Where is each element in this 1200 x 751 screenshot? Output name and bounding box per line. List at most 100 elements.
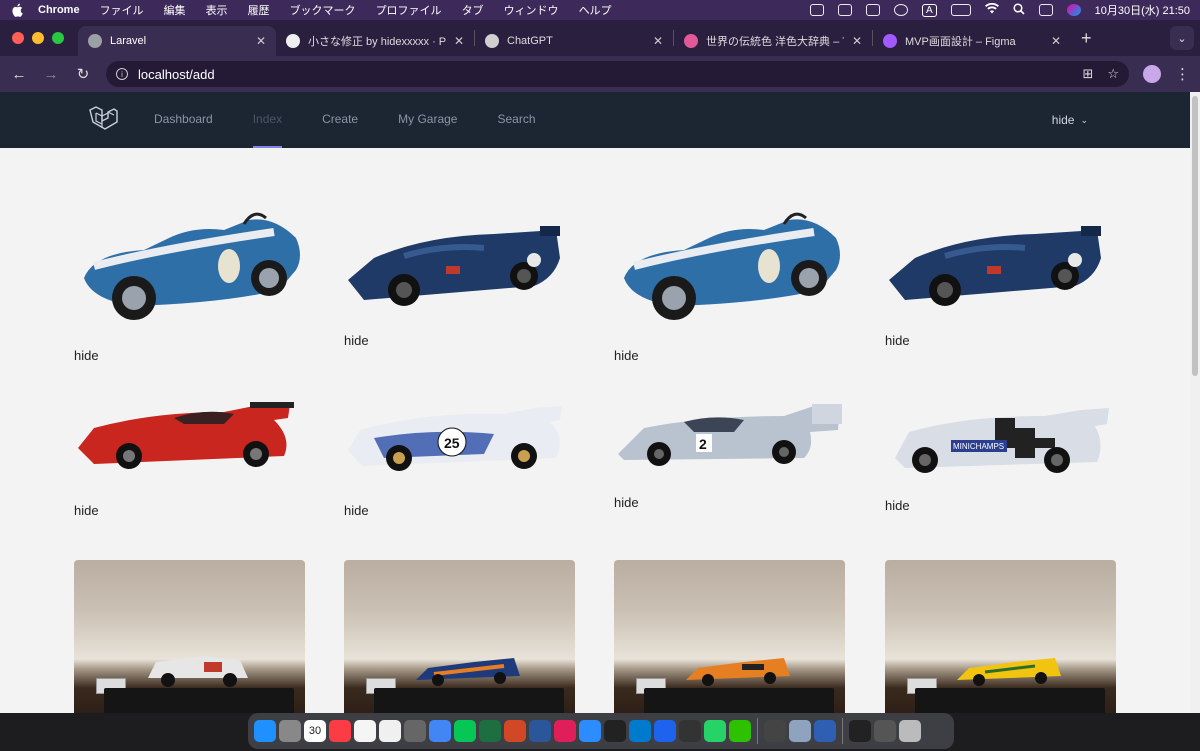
car-card[interactable]: hide: [885, 208, 1117, 348]
wechat-icon[interactable]: [729, 720, 751, 742]
screens-icon[interactable]: [874, 720, 896, 742]
menubar-clock[interactable]: 10月30日(水) 21:50: [1095, 2, 1190, 18]
tab-github-pull[interactable]: 小さな修正 by hidexxxxx · Pull ✕: [276, 26, 474, 56]
nav-search[interactable]: Search: [497, 92, 535, 148]
tab-close-icon[interactable]: ✕: [454, 34, 464, 48]
siri-icon[interactable]: [1066, 4, 1081, 16]
tab-close-icon[interactable]: ✕: [653, 34, 663, 48]
address-bar[interactable]: i localhost/add ⊞ ☆: [106, 61, 1129, 87]
car-card[interactable]: 2 hide: [614, 398, 846, 538]
car-image-red-gt[interactable]: [74, 398, 306, 538]
car-image-white-gt[interactable]: 25: [344, 398, 576, 538]
menu-app-name[interactable]: Chrome: [38, 4, 80, 16]
car-photo[interactable]: [344, 560, 575, 713]
finder-icon[interactable]: [254, 720, 276, 742]
status-shield-icon[interactable]: [837, 4, 852, 16]
music-icon[interactable]: [329, 720, 351, 742]
car-card[interactable]: MINICHAMPS hide: [885, 398, 1117, 538]
tab-close-icon[interactable]: ✕: [852, 34, 862, 48]
chrome-icon[interactable]: [429, 720, 451, 742]
translate-icon[interactable]: ⊞: [1082, 66, 1093, 82]
more-menu-icon[interactable]: ⋮: [1175, 65, 1190, 83]
car-card[interactable]: 25 hide: [344, 398, 576, 538]
car-image-checkered-gt[interactable]: MINICHAMPS: [885, 398, 1117, 538]
page-scrollbar[interactable]: [1190, 92, 1200, 713]
menu-profiles[interactable]: プロファイル: [376, 2, 442, 18]
forward-arrow-icon[interactable]: →: [42, 66, 60, 83]
nav-index[interactable]: Index: [252, 92, 283, 148]
line-icon[interactable]: [454, 720, 476, 742]
preview-icon[interactable]: [789, 720, 811, 742]
apple-icon[interactable]: [10, 3, 24, 17]
calendar-icon[interactable]: 30: [304, 720, 326, 742]
control-center-icon[interactable]: [1038, 4, 1053, 16]
powerpoint-icon[interactable]: [504, 720, 526, 742]
laravel-logo-icon[interactable]: [88, 106, 118, 134]
tab-chatgpt[interactable]: ChatGPT ✕: [475, 26, 673, 56]
spotlight-search-icon[interactable]: [1013, 2, 1025, 18]
tab-figma[interactable]: MVP画面設計 – Figma ✕: [873, 26, 1071, 56]
menu-view[interactable]: 表示: [206, 2, 228, 18]
whatsapp-icon[interactable]: [704, 720, 726, 742]
tab-close-icon[interactable]: ✕: [256, 34, 266, 48]
car-image-cobra[interactable]: [74, 208, 306, 348]
launchpad-icon[interactable]: [279, 720, 301, 742]
wifi-icon[interactable]: [984, 2, 999, 17]
zoom-icon[interactable]: [579, 720, 601, 742]
tab-search-chevron-down-icon[interactable]: ⌄: [1170, 26, 1194, 50]
site-info-icon[interactable]: i: [116, 68, 128, 80]
url-text[interactable]: localhost/add: [138, 67, 1068, 82]
nav-dashboard[interactable]: Dashboard: [154, 92, 213, 148]
battery-icon[interactable]: [950, 4, 971, 16]
word-icon[interactable]: [529, 720, 551, 742]
menu-window[interactable]: ウィンドウ: [504, 2, 559, 18]
car-image-cobra[interactable]: [614, 208, 846, 348]
car-card[interactable]: hide: [344, 208, 576, 348]
window-icon[interactable]: [849, 720, 871, 742]
nav-my-garage[interactable]: My Garage: [398, 92, 457, 148]
input-method-indicator[interactable]: A: [921, 3, 937, 17]
car-card[interactable]: hide: [74, 208, 306, 363]
status-play-icon[interactable]: [893, 4, 908, 16]
car-card[interactable]: hide: [74, 398, 306, 538]
menu-help[interactable]: ヘルプ: [579, 2, 612, 18]
car-image-silver-prototype[interactable]: 2: [614, 398, 846, 538]
car-card[interactable]: hide: [614, 208, 846, 363]
tab-traditional-colors[interactable]: 世界の伝統色 洋色大辞典 – Tradi ✕: [674, 26, 872, 56]
terminal-icon[interactable]: [604, 720, 626, 742]
nav-create[interactable]: Create: [322, 92, 358, 148]
zoom-window-button[interactable]: [52, 32, 64, 44]
car-photo[interactable]: [885, 560, 1116, 713]
new-tab-button[interactable]: +: [1081, 28, 1092, 49]
activity-monitor-icon[interactable]: [679, 720, 701, 742]
car-image-lmp[interactable]: [344, 208, 576, 348]
bookmark-star-icon[interactable]: ☆: [1107, 66, 1119, 82]
status-app-icon[interactable]: [809, 4, 824, 16]
freeform-icon[interactable]: [379, 720, 401, 742]
slack-icon[interactable]: [554, 720, 576, 742]
car-photo[interactable]: [614, 560, 845, 713]
trash-icon[interactable]: [899, 720, 921, 742]
tab-close-icon[interactable]: ✕: [1051, 34, 1061, 48]
calculator-icon[interactable]: [404, 720, 426, 742]
menu-file[interactable]: ファイル: [100, 2, 144, 18]
excel-icon[interactable]: [479, 720, 501, 742]
notes-icon[interactable]: [354, 720, 376, 742]
minimize-window-button[interactable]: [32, 32, 44, 44]
back-arrow-icon[interactable]: ←: [10, 66, 28, 83]
app-icon[interactable]: [764, 720, 786, 742]
menu-tab[interactable]: タブ: [462, 2, 484, 18]
menu-history[interactable]: 履歴: [248, 2, 270, 18]
docker-icon[interactable]: [654, 720, 676, 742]
status-cloud-icon[interactable]: [865, 4, 880, 16]
safari-icon[interactable]: [814, 720, 836, 742]
menu-edit[interactable]: 編集: [164, 2, 186, 18]
vscode-icon[interactable]: [629, 720, 651, 742]
close-window-button[interactable]: [12, 32, 24, 44]
car-image-lmp[interactable]: [885, 208, 1117, 348]
scrollbar-thumb[interactable]: [1192, 96, 1198, 376]
menu-bookmarks[interactable]: ブックマーク: [290, 2, 356, 18]
tab-laravel[interactable]: Laravel ✕: [78, 26, 276, 56]
profile-avatar[interactable]: [1143, 65, 1161, 83]
reload-icon[interactable]: ↻: [74, 65, 92, 83]
